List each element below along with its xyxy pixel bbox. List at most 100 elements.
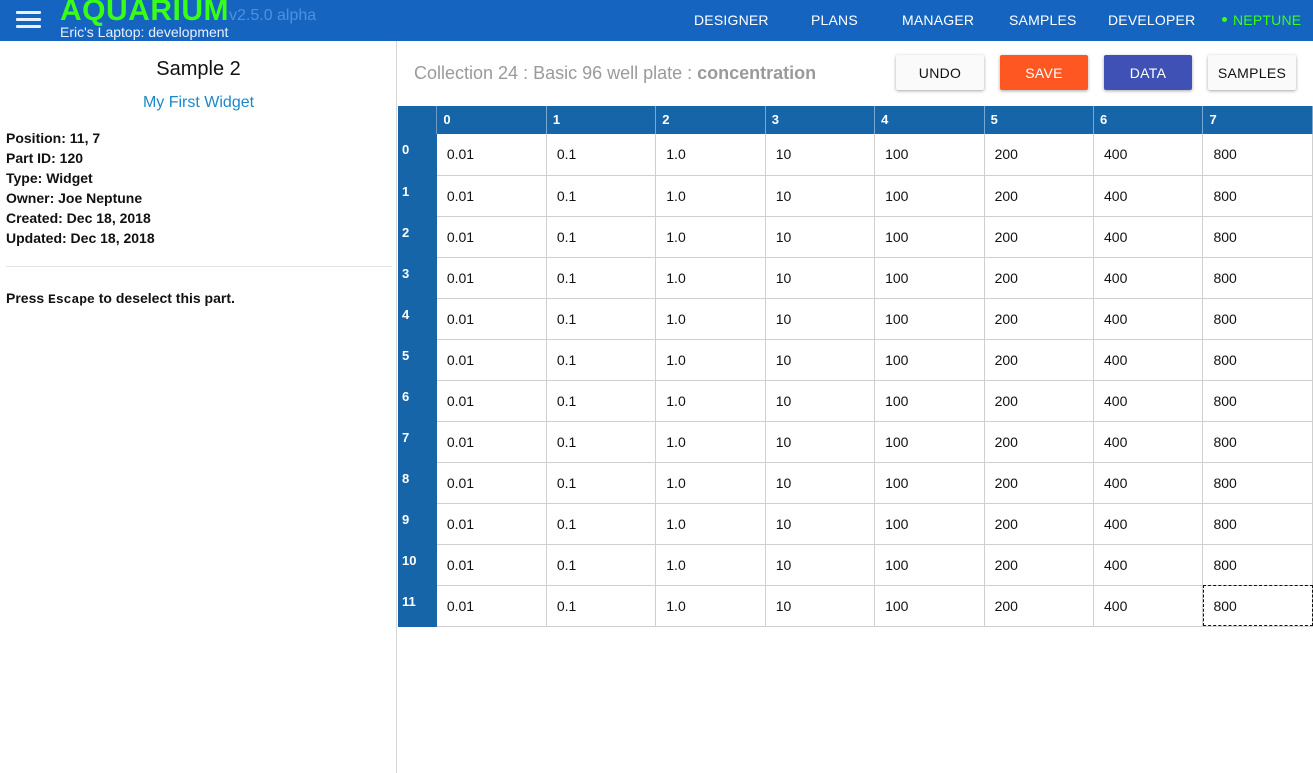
grid-cell[interactable]: 0.01 bbox=[436, 257, 547, 299]
grid-cell[interactable]: 10 bbox=[765, 421, 876, 463]
row-header[interactable]: 7 bbox=[398, 421, 437, 463]
grid-cell[interactable]: 0.01 bbox=[436, 503, 547, 545]
user-menu[interactable]: NEPTUNE bbox=[1222, 12, 1301, 28]
grid-cell[interactable]: 10 bbox=[765, 134, 876, 176]
row-header[interactable]: 4 bbox=[398, 298, 437, 340]
column-header[interactable]: 3 bbox=[765, 106, 876, 134]
row-header[interactable]: 11 bbox=[398, 585, 437, 627]
grid-cell[interactable]: 10 bbox=[765, 544, 876, 586]
grid-cell[interactable]: 1.0 bbox=[655, 134, 766, 176]
grid-cell[interactable]: 100 bbox=[874, 503, 985, 545]
grid-cell[interactable]: 0.1 bbox=[546, 339, 657, 381]
data-button[interactable]: DATA bbox=[1104, 55, 1192, 90]
column-header[interactable]: 5 bbox=[984, 106, 1095, 134]
grid-cell[interactable]: 1.0 bbox=[655, 503, 766, 545]
grid-cell[interactable]: 10 bbox=[765, 380, 876, 422]
grid-cell[interactable]: 1.0 bbox=[655, 216, 766, 258]
row-header[interactable]: 10 bbox=[398, 544, 437, 586]
column-header[interactable]: 0 bbox=[436, 106, 547, 134]
grid-cell[interactable]: 0.01 bbox=[436, 585, 547, 627]
row-header[interactable]: 6 bbox=[398, 380, 437, 422]
grid-cell[interactable]: 0.1 bbox=[546, 421, 657, 463]
grid-cell[interactable]: 0.1 bbox=[546, 585, 657, 627]
column-header[interactable]: 1 bbox=[546, 106, 657, 134]
column-header[interactable]: 2 bbox=[655, 106, 766, 134]
grid-cell[interactable]: 200 bbox=[984, 585, 1095, 627]
grid-cell[interactable]: 0.01 bbox=[436, 134, 547, 176]
grid-cell[interactable]: 800 bbox=[1202, 175, 1313, 217]
grid-cell[interactable]: 0.01 bbox=[436, 216, 547, 258]
grid-cell[interactable]: 400 bbox=[1093, 339, 1204, 381]
grid-cell[interactable]: 1.0 bbox=[655, 257, 766, 299]
grid-cell[interactable]: 100 bbox=[874, 339, 985, 381]
grid-cell[interactable]: 10 bbox=[765, 175, 876, 217]
grid-cell[interactable]: 0.01 bbox=[436, 462, 547, 504]
samples-button[interactable]: SAMPLES bbox=[1208, 55, 1296, 90]
grid-cell[interactable]: 10 bbox=[765, 339, 876, 381]
grid-cell[interactable]: 400 bbox=[1093, 134, 1204, 176]
nav-designer[interactable]: DESIGNER bbox=[694, 12, 769, 28]
grid-cell[interactable]: 100 bbox=[874, 298, 985, 340]
grid-cell[interactable]: 0.01 bbox=[436, 298, 547, 340]
row-header[interactable]: 5 bbox=[398, 339, 437, 381]
grid-cell[interactable]: 0.1 bbox=[546, 257, 657, 299]
grid-cell[interactable]: 200 bbox=[984, 257, 1095, 299]
grid-cell[interactable]: 400 bbox=[1093, 421, 1204, 463]
grid-cell[interactable]: 0.1 bbox=[546, 298, 657, 340]
grid-cell[interactable]: 200 bbox=[984, 544, 1095, 586]
nav-samples[interactable]: SAMPLES bbox=[1009, 12, 1077, 28]
grid-cell[interactable]: 800 bbox=[1202, 339, 1313, 381]
grid-cell[interactable]: 100 bbox=[874, 175, 985, 217]
grid-cell[interactable]: 0.1 bbox=[546, 503, 657, 545]
grid-cell[interactable]: 800 bbox=[1202, 134, 1313, 176]
grid-cell[interactable]: 400 bbox=[1093, 462, 1204, 504]
row-header[interactable]: 3 bbox=[398, 257, 437, 299]
grid-cell[interactable]: 100 bbox=[874, 544, 985, 586]
grid-cell[interactable]: 0.01 bbox=[436, 380, 547, 422]
grid-cell[interactable]: 200 bbox=[984, 175, 1095, 217]
grid-cell[interactable]: 0.01 bbox=[436, 421, 547, 463]
app-brand[interactable]: AQUARIUM bbox=[60, 0, 229, 26]
grid-cell[interactable]: 0.1 bbox=[546, 134, 657, 176]
grid-cell[interactable]: 0.1 bbox=[546, 216, 657, 258]
row-header[interactable]: 0 bbox=[398, 134, 437, 176]
grid-cell[interactable]: 1.0 bbox=[655, 585, 766, 627]
grid-cell[interactable]: 800 bbox=[1202, 380, 1313, 422]
grid-cell[interactable]: 400 bbox=[1093, 175, 1204, 217]
grid-cell[interactable]: 800 bbox=[1202, 421, 1313, 463]
nav-plans[interactable]: PLANS bbox=[811, 12, 858, 28]
grid-cell[interactable]: 1.0 bbox=[655, 175, 766, 217]
grid-cell[interactable]: 400 bbox=[1093, 585, 1204, 627]
grid-cell[interactable]: 10 bbox=[765, 585, 876, 627]
grid-cell[interactable]: 200 bbox=[984, 216, 1095, 258]
grid-cell[interactable]: 10 bbox=[765, 216, 876, 258]
column-header[interactable]: 6 bbox=[1093, 106, 1204, 134]
grid-cell[interactable]: 200 bbox=[984, 503, 1095, 545]
grid-cell[interactable]: 200 bbox=[984, 339, 1095, 381]
grid-cell[interactable]: 200 bbox=[984, 421, 1095, 463]
grid-cell[interactable]: 1.0 bbox=[655, 298, 766, 340]
nav-manager[interactable]: MANAGER bbox=[902, 12, 974, 28]
column-header[interactable]: 7 bbox=[1202, 106, 1313, 134]
grid-cell[interactable]: 0.01 bbox=[436, 175, 547, 217]
grid-cell[interactable]: 1.0 bbox=[655, 421, 766, 463]
save-button[interactable]: SAVE bbox=[1000, 55, 1088, 90]
grid-cell[interactable]: 0.1 bbox=[546, 380, 657, 422]
nav-developer[interactable]: DEVELOPER bbox=[1108, 12, 1195, 28]
row-header[interactable]: 2 bbox=[398, 216, 437, 258]
grid-cell[interactable]: 800 bbox=[1202, 544, 1313, 586]
grid-cell[interactable]: 100 bbox=[874, 462, 985, 504]
grid-cell[interactable]: 1.0 bbox=[655, 462, 766, 504]
undo-button[interactable]: UNDO bbox=[896, 55, 984, 90]
grid-cell[interactable]: 0.1 bbox=[546, 462, 657, 504]
grid-cell[interactable]: 100 bbox=[874, 585, 985, 627]
row-header[interactable]: 8 bbox=[398, 462, 437, 504]
grid-cell[interactable]: 0.01 bbox=[436, 339, 547, 381]
grid-cell[interactable]: 800 bbox=[1202, 298, 1313, 340]
row-header[interactable]: 9 bbox=[398, 503, 437, 545]
grid-cell[interactable]: 1.0 bbox=[655, 380, 766, 422]
grid-cell[interactable]: 100 bbox=[874, 216, 985, 258]
grid-cell[interactable]: 0.1 bbox=[546, 544, 657, 586]
grid-cell[interactable]: 400 bbox=[1093, 544, 1204, 586]
sample-type-link[interactable]: My First Widget bbox=[0, 94, 397, 112]
